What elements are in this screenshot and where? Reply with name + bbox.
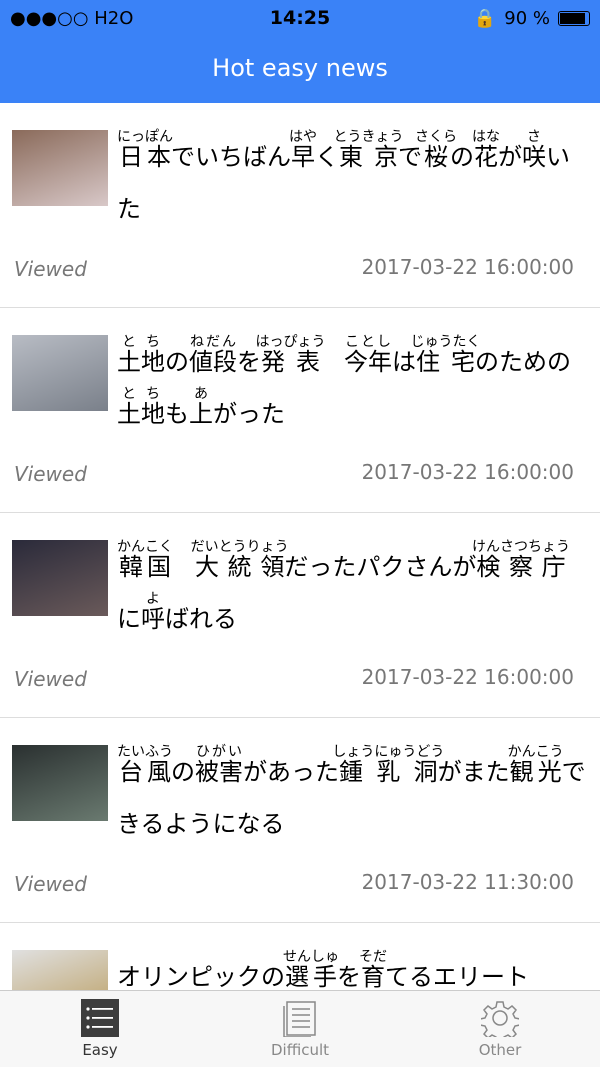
news-thumbnail: [12, 130, 108, 206]
page-title: Hot easy news: [0, 40, 600, 103]
news-date: 2017-03-22 16:00:00: [361, 255, 574, 279]
news-title: 台風たいふうの被害ひがいがあった鍾乳洞しょうにゅうどうがまた観光かんこうできるよ…: [117, 744, 586, 838]
tab-other[interactable]: Other: [400, 991, 600, 1067]
news-title: 日本にっぽんでいちばん早はやく東京とうきょうで桜さくらの花はなが咲さいた: [117, 129, 570, 223]
status-bar: ●●●○○ H2O 14:25 🔒 90 %: [0, 0, 600, 40]
tab-bar: Easy Difficult Other: [0, 990, 600, 1067]
news-date: 2017-03-22 16:00:00: [361, 665, 574, 689]
viewed-label: Viewed: [14, 667, 87, 691]
viewed-label: Viewed: [14, 462, 87, 486]
battery-icon: [558, 11, 590, 26]
tab-difficult[interactable]: Difficult: [200, 991, 400, 1067]
tab-label: Difficult: [270, 1041, 330, 1059]
rotation-lock-icon: 🔒: [473, 8, 497, 29]
list-icon: [0, 999, 200, 1037]
news-thumbnail: [12, 540, 108, 616]
viewed-label: Viewed: [14, 257, 87, 281]
document-icon: [200, 999, 400, 1037]
news-item[interactable]: 韓国かんこく 大統領だいとうりょうだったパクさんが検察庁けんさつちょうに呼よばれ…: [0, 513, 600, 718]
news-list[interactable]: 日本にっぽんでいちばん早はやく東京とうきょうで桜さくらの花はなが咲さいた View…: [0, 103, 600, 1063]
news-item[interactable]: 日本にっぽんでいちばん早はやく東京とうきょうで桜さくらの花はなが咲さいた View…: [0, 103, 600, 308]
news-item[interactable]: 土地とちの値段ねだんを発表はっぴょう 今年ことしは住宅じゅうたくのための土地とち…: [0, 308, 600, 513]
battery-percent: 90 %: [504, 8, 550, 29]
news-thumbnail: [12, 745, 108, 821]
gear-icon: [400, 999, 600, 1037]
tab-label: Easy: [82, 1041, 118, 1059]
news-date: 2017-03-22 11:30:00: [361, 870, 574, 894]
tab-easy[interactable]: Easy: [0, 991, 200, 1067]
tab-label: Other: [478, 1041, 522, 1059]
news-title: 土地とちの値段ねだんを発表はっぴょう 今年ことしは住宅じゅうたくのための土地とち…: [117, 334, 571, 428]
news-thumbnail: [12, 335, 108, 411]
news-title: 韓国かんこく 大統領だいとうりょうだったパクさんが検察庁けんさつちょうに呼よばれ…: [117, 539, 571, 633]
news-item[interactable]: 台風たいふうの被害ひがいがあった鍾乳洞しょうにゅうどうがまた観光かんこうできるよ…: [0, 718, 600, 923]
news-date: 2017-03-22 16:00:00: [361, 460, 574, 484]
viewed-label: Viewed: [14, 872, 87, 896]
